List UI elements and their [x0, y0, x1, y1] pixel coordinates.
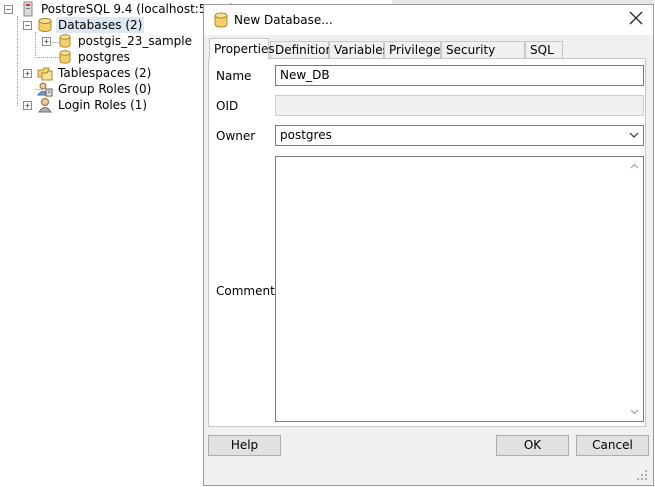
database-icon	[59, 34, 71, 48]
dialog-title: New Database...	[234, 13, 333, 27]
scroll-down-icon[interactable]	[630, 407, 639, 416]
cancel-button[interactable]: Cancel	[576, 435, 649, 456]
properties-panel: Name New_DB OID Owner postgres Comment	[208, 58, 646, 427]
collapse-toggle[interactable]: −	[23, 21, 32, 30]
collapse-toggle[interactable]: −	[4, 5, 13, 14]
expand-toggle[interactable]: +	[42, 37, 51, 46]
status-bar	[208, 460, 649, 482]
comment-textarea[interactable]	[275, 156, 644, 422]
resize-grip-icon[interactable]	[636, 469, 648, 481]
chevron-down-icon	[629, 132, 639, 138]
name-field[interactable]: New_DB	[275, 65, 644, 86]
tab-variables[interactable]: Variables	[329, 41, 389, 58]
server-icon	[23, 1, 33, 17]
comment-label: Comment	[216, 284, 275, 298]
database-icon	[59, 50, 71, 64]
new-database-dialog: New Database... Properties Definition Va…	[203, 4, 654, 486]
tab-sql[interactable]: SQL	[525, 41, 563, 58]
owner-label: Owner	[216, 129, 256, 143]
database-icon	[38, 18, 52, 32]
tree-node-label: Group Roles (0)	[58, 82, 152, 96]
name-label: Name	[216, 69, 252, 83]
tablespace-icon	[37, 67, 53, 81]
tab-privileges[interactable]: Privileges	[384, 41, 447, 58]
tree-node-label: Login Roles (1)	[58, 98, 148, 112]
tree-connector	[35, 32, 36, 58]
owner-select[interactable]: postgres	[275, 125, 644, 146]
database-icon	[214, 12, 228, 28]
group-roles-icon	[37, 82, 53, 97]
tab-properties[interactable]: Properties	[209, 38, 275, 59]
help-button[interactable]: Help	[208, 435, 281, 456]
ok-button[interactable]: OK	[496, 435, 569, 456]
tree-node-label: Databases (2)	[56, 17, 145, 33]
tree-node-label: postgres	[78, 50, 130, 64]
owner-value: postgres	[280, 128, 332, 142]
oid-field	[275, 95, 644, 116]
close-button[interactable]	[628, 11, 644, 27]
tree-node-label: Tablespaces (2)	[58, 66, 152, 80]
expand-toggle[interactable]: +	[23, 101, 32, 110]
tab-security-labels[interactable]: Security Labels	[441, 41, 525, 74]
tree-node-label: postgis_23_sample	[78, 34, 193, 48]
expand-toggle[interactable]: +	[23, 69, 32, 78]
comment-scrollbar[interactable]	[626, 157, 643, 421]
tab-definition[interactable]: Definition	[270, 41, 333, 58]
close-icon	[629, 11, 643, 25]
object-browser-tree: − PostgreSQL 9.4 (localhost:5432) − Data…	[0, 0, 234, 487]
dialog-titlebar[interactable]: New Database...	[204, 5, 653, 35]
login-roles-icon	[38, 98, 52, 113]
scroll-up-icon[interactable]	[630, 162, 639, 171]
oid-label: OID	[216, 99, 239, 113]
tree-connector	[17, 16, 18, 106]
